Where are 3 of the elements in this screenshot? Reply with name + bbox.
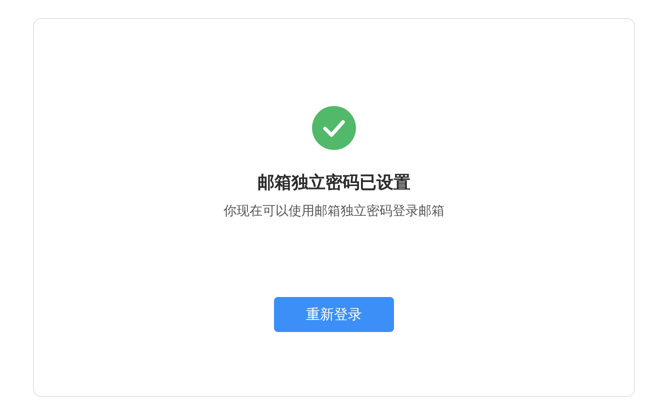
relogin-button[interactable]: 重新登录 <box>274 297 394 332</box>
result-title: 邮箱独立密码已设置 <box>258 172 410 194</box>
result-message: 你现在可以使用邮箱独立密码登录邮箱 <box>224 202 444 220</box>
